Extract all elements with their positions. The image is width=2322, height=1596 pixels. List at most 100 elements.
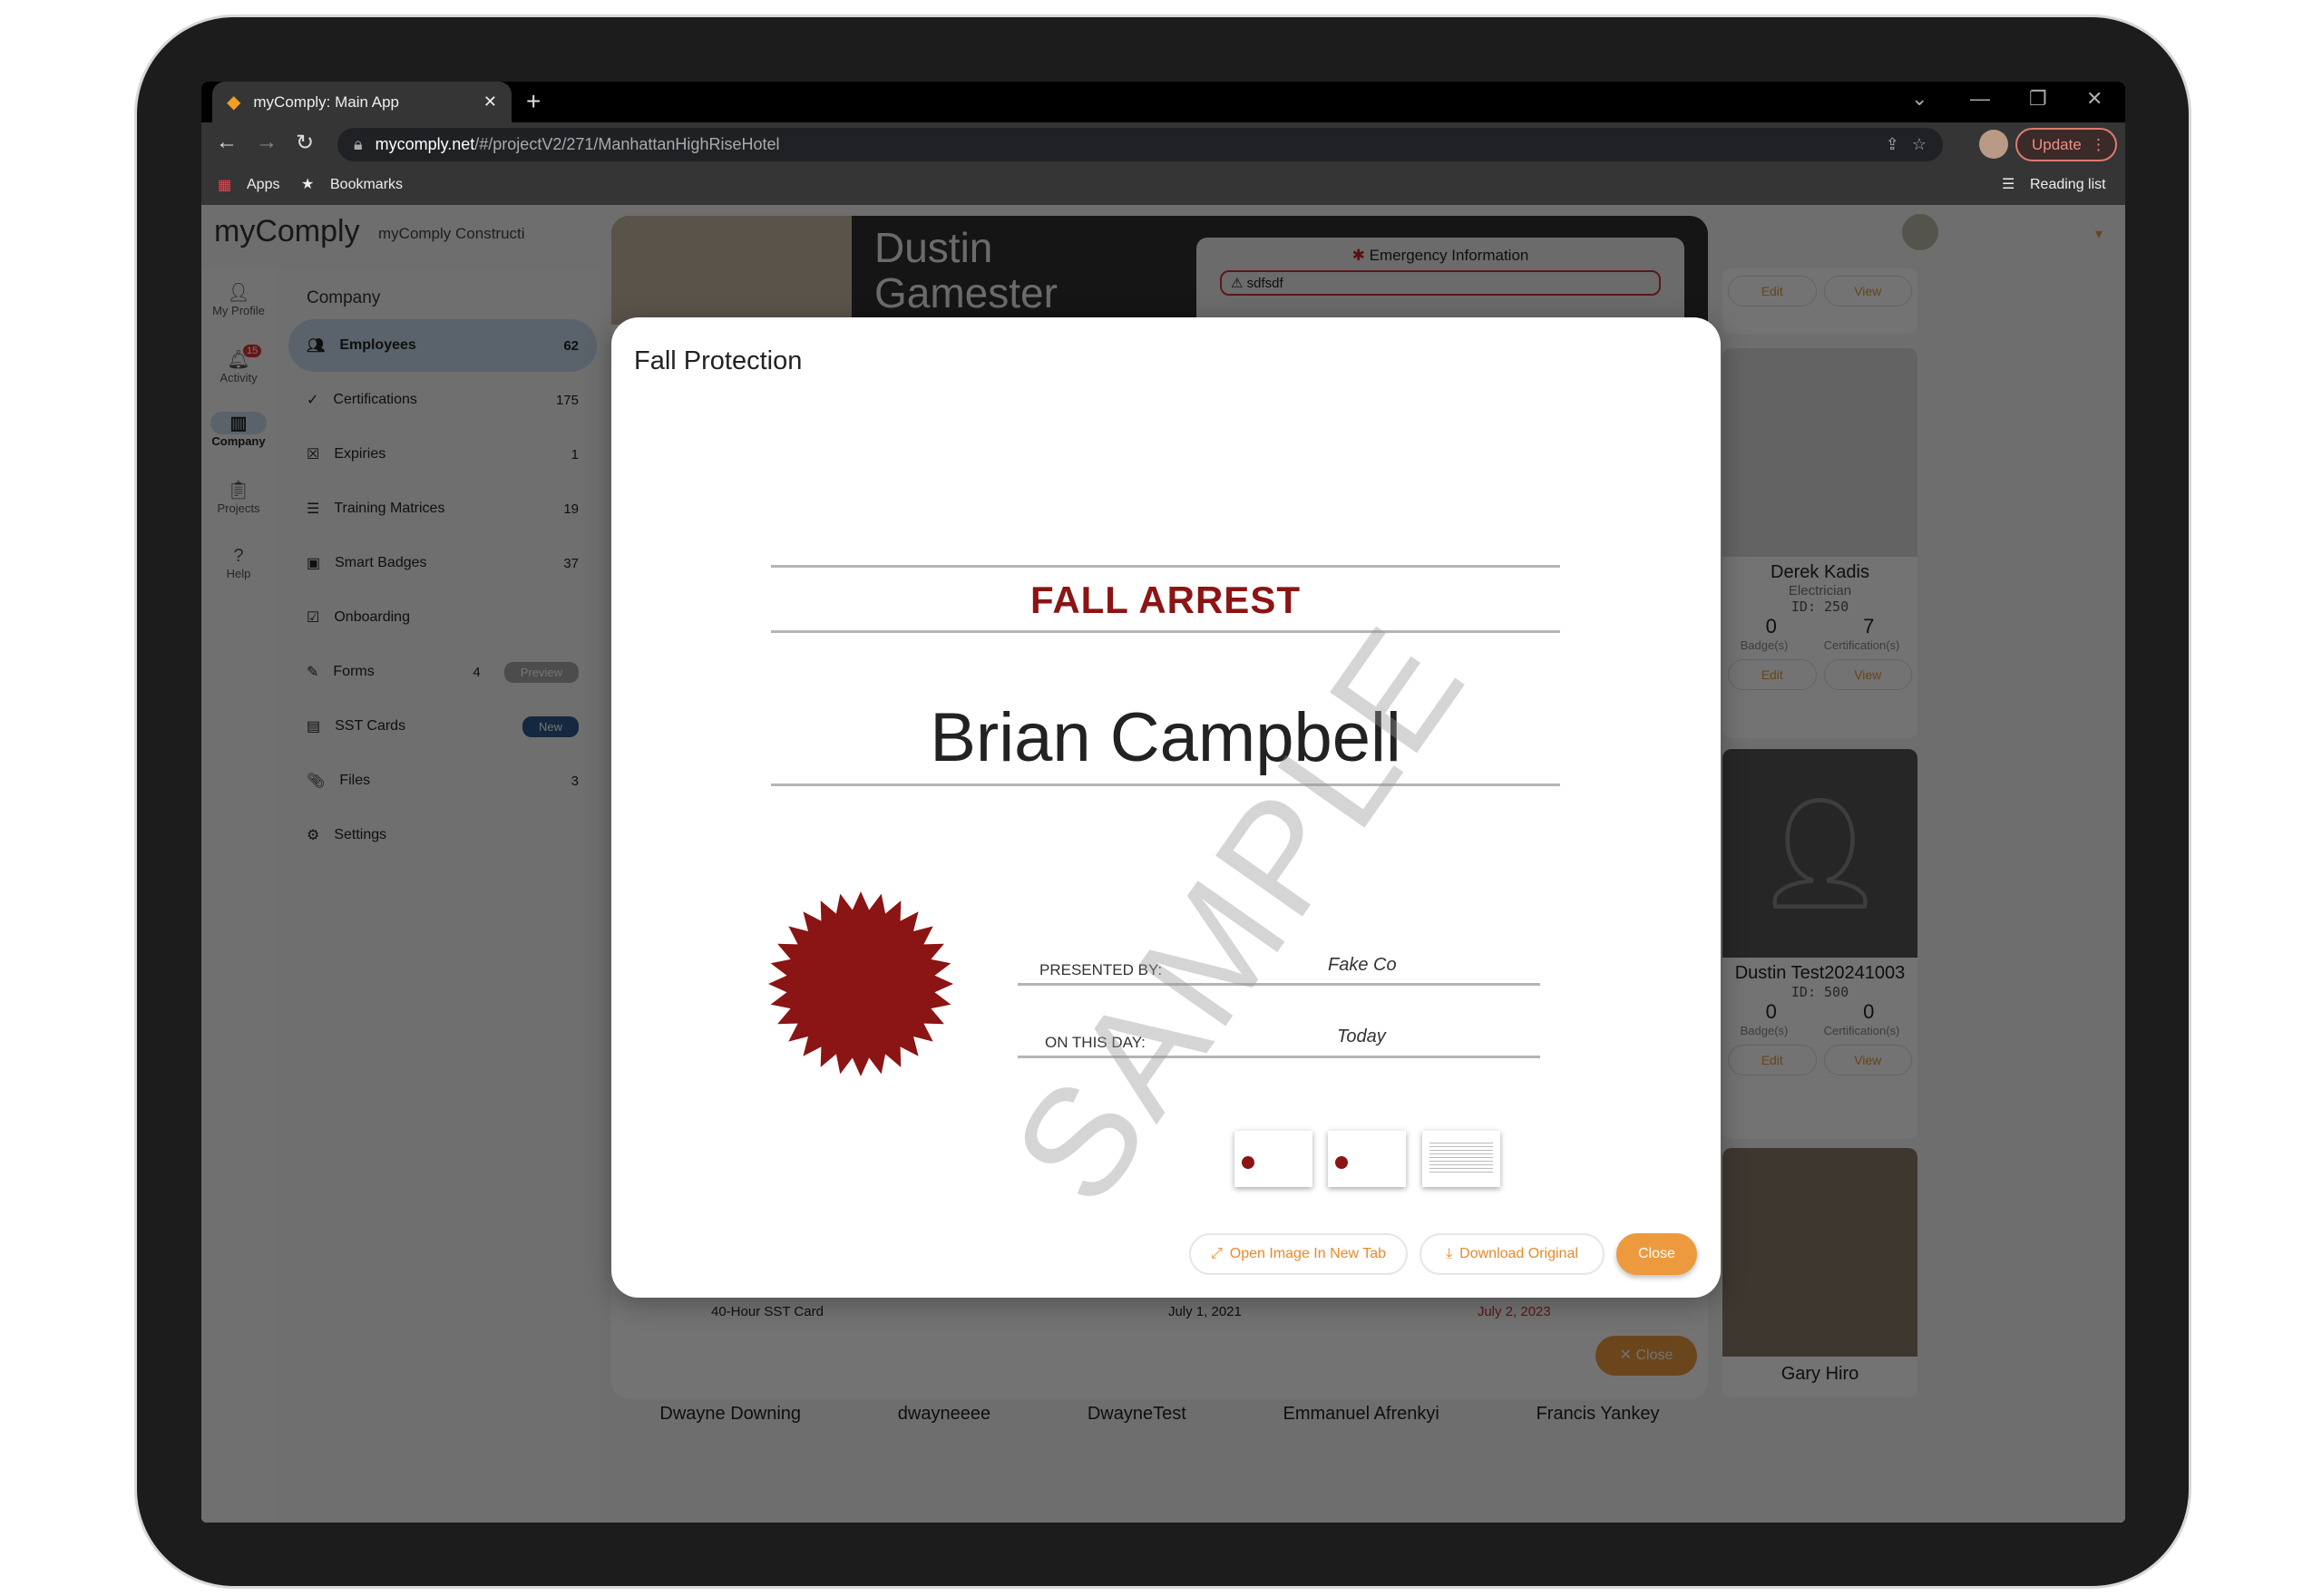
sidebar-item-training-matrices[interactable]: ☰ Training Matrices 19 — [288, 482, 597, 535]
sidebar-item-sst-cards[interactable]: ▤ SST Cards New — [288, 700, 597, 753]
avatar-placeholder-icon: 👤︎ — [1722, 749, 1917, 958]
employee-name-row: Dwayne Downing dwayneeee DwayneTest Emmanue… — [659, 1404, 1660, 1424]
sidebar-item-expiries[interactable]: ☒ Expiries 1 — [288, 428, 597, 481]
reading-list-icon: ☰ — [2002, 177, 2015, 192]
calendar-x-icon: ☒ — [307, 447, 320, 462]
address-bar[interactable]: 🔒︎ mycomply.net/#/projectV2/271/Manhatta… — [337, 128, 1943, 161]
new-tab-button[interactable]: + — [526, 87, 541, 116]
reload-icon[interactable]: ↻ — [296, 130, 314, 156]
edit-button[interactable]: Edit — [1728, 1045, 1817, 1075]
share-icon[interactable]: ⇪ — [1886, 135, 1899, 154]
thumbnail-3[interactable] — [1422, 1131, 1500, 1187]
onboarding-icon: ☑ — [307, 610, 320, 626]
download-original-button[interactable]: ⤓ Download Original — [1420, 1233, 1605, 1275]
profile-avatar[interactable] — [1979, 130, 2008, 159]
paperclip-icon: 📎︎ — [307, 774, 326, 789]
image-viewer-modal: Fall Protection FALL ARREST Brian Campbe… — [611, 317, 1721, 1298]
close-tab-icon[interactable]: ✕ — [483, 92, 497, 112]
person-icon: 👤︎ — [227, 283, 250, 303]
star-icon: ★ — [301, 177, 315, 192]
certificate-heading: FALL ARREST — [1029, 579, 1301, 621]
view-button[interactable]: View — [1823, 276, 1912, 307]
sidebar-item-certifications[interactable]: ✓ Certifications 175 — [288, 374, 597, 426]
badge-count: 0 — [1765, 615, 1777, 637]
employee-id: ID: 500 — [1790, 984, 1849, 1000]
rail-help[interactable]: ? Help — [201, 546, 276, 580]
help-icon: ? — [233, 546, 244, 566]
edit-button[interactable]: Edit — [1728, 659, 1817, 690]
reading-list-button[interactable]: Reading list — [2030, 177, 2106, 193]
badge-count: 0 — [1765, 1000, 1777, 1023]
company-selector[interactable]: myComply Constructi — [378, 225, 525, 243]
cert-row[interactable]: 40-Hour SST Card July 1, 2021 July 2, 20… — [639, 1304, 1682, 1319]
forward-icon[interactable]: → — [256, 130, 278, 155]
close-button[interactable]: Close — [1616, 1233, 1697, 1275]
download-icon: ⤓ — [1446, 1246, 1453, 1261]
icon-rail: 👤︎ My Profile 🔔︎ Activity 15 ▥ Company 📋︎ Pro… — [201, 268, 276, 1520]
date-label: ON THIS DAY: — [1045, 1034, 1146, 1051]
employee-card: 👤︎ Dustin Test20241003 ID: 500 00 Badge(… — [1722, 749, 1917, 1139]
update-button[interactable]: Update ⋮ — [2015, 128, 2117, 161]
sidebar-item-forms[interactable]: ✎ Forms 4 Preview — [288, 646, 597, 698]
app-logo: myComply — [214, 214, 360, 248]
rail-my-profile[interactable]: 👤︎ My Profile — [201, 281, 276, 317]
employee-photo — [1722, 348, 1917, 557]
id-card-icon: ▤ — [307, 719, 321, 735]
thumbnail-1[interactable] — [1234, 1131, 1312, 1187]
user-avatar[interactable] — [1902, 214, 1938, 250]
bookmarks-bar: ▦ Apps ★ Bookmarks ☰ Reading list — [201, 167, 2125, 205]
employee-photo — [1722, 1148, 1917, 1357]
mycomply-favicon-icon: ◆ — [227, 92, 241, 112]
building-icon: ▥ — [210, 412, 267, 434]
profile-name: Dustin Gamester — [874, 224, 1058, 316]
sidebar-item-employees[interactable]: 👥︎ Employees 62 — [288, 319, 597, 372]
more-menu-icon: ⋮ — [2091, 135, 2106, 153]
preview-pill: Preview — [503, 661, 579, 683]
tab-search-icon[interactable]: ⌄ — [1911, 87, 1927, 111]
new-pill: New — [522, 715, 579, 737]
user-menu-caret-icon[interactable]: ▾ — [2095, 225, 2102, 243]
expand-icon: ⤢ — [1210, 1246, 1223, 1261]
edit-button[interactable]: Edit — [1728, 276, 1817, 307]
employee-card: Edit View — [1722, 268, 1917, 334]
view-button[interactable]: View — [1823, 1045, 1912, 1075]
thumbnail-2[interactable] — [1328, 1131, 1406, 1187]
sidebar-item-onboarding[interactable]: ☑ Onboarding — [288, 591, 597, 644]
tab-title: myComply: Main App — [253, 92, 400, 111]
certificate-image: FALL ARREST Brian Campbell PRESENTED BY:… — [611, 317, 1721, 1298]
bookmark-star-icon[interactable]: ☆ — [1912, 135, 1927, 154]
browser-tab[interactable]: ◆ myComply: Main App ✕ — [212, 82, 512, 122]
presented-by-label: PRESENTED BY: — [1039, 961, 1163, 978]
emergency-field: ⚠ sdfsdf — [1220, 270, 1661, 296]
employee-name: Dustin Test20241003 — [1734, 963, 1906, 983]
profile-close-button[interactable]: ✕ Close — [1595, 1336, 1697, 1376]
close-window-icon[interactable]: ✕ — [2086, 87, 2102, 111]
sidebar-item-settings[interactable]: ⚙ Settings — [288, 809, 597, 861]
back-icon[interactable]: ← — [216, 130, 238, 155]
presented-by-value: Fake Co — [1328, 955, 1397, 975]
employee-card: Derek Kadis Electrician ID: 250 07 Badge… — [1722, 348, 1917, 738]
bell-icon: 🔔︎ — [227, 350, 250, 370]
certificate-recipient: Brian Campbell — [930, 699, 1401, 776]
browser-toolbar: ← → ↻ 🔒︎ mycomply.net/#/projectV2/271/Ma… — [201, 122, 2125, 167]
cert-count: 7 — [1863, 615, 1875, 637]
check-circle-icon: ✓ — [307, 393, 319, 408]
minimize-icon[interactable]: — — [1970, 87, 1990, 111]
sidebar-item-files[interactable]: 📎︎ Files 3 — [288, 754, 597, 807]
company-sidebar: Company 👥︎ Employees 62 ✓ Certifications 175… — [276, 268, 602, 1520]
restore-icon[interactable]: ❐ — [2029, 87, 2047, 111]
bookmark-bookmarks[interactable]: Bookmarks — [330, 177, 403, 193]
medical-asterisk-icon: ✱ — [1351, 247, 1365, 264]
clipboard-icon: 📋︎ — [227, 481, 250, 501]
bookmark-apps[interactable]: Apps — [247, 177, 279, 193]
sidebar-item-smart-badges[interactable]: ▣ Smart Badges 37 — [288, 537, 597, 589]
apps-grid-icon: ▦ — [218, 178, 232, 193]
employee-id: ID: 250 — [1790, 598, 1849, 615]
open-image-new-tab-button[interactable]: ⤢ Open Image In New Tab — [1189, 1233, 1408, 1275]
view-button[interactable]: View — [1823, 659, 1912, 690]
rail-projects[interactable]: 📋︎ Projects — [201, 479, 276, 515]
sidebar-heading: Company — [307, 288, 381, 307]
rail-activity[interactable]: 🔔︎ Activity 15 — [201, 345, 276, 384]
gear-icon: ⚙ — [307, 828, 320, 843]
rail-company[interactable]: ▥ Company — [201, 412, 276, 448]
